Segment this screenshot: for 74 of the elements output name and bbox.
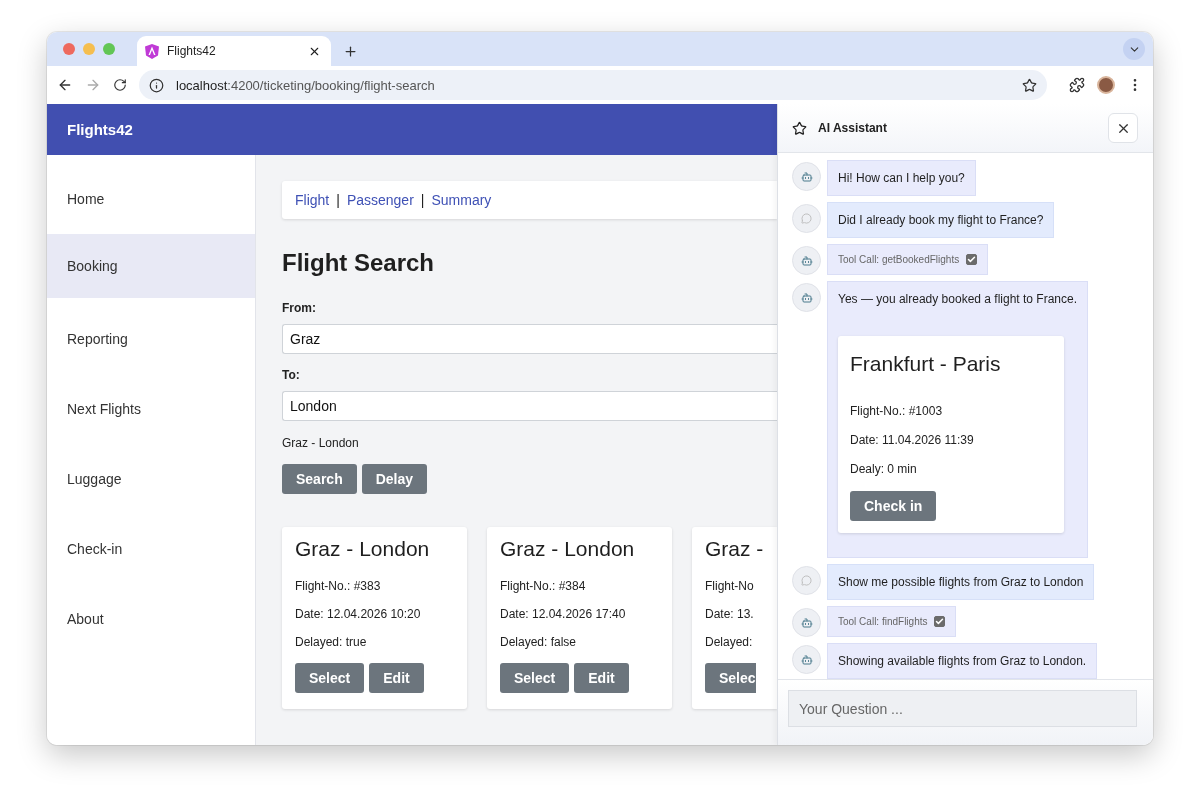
select-button[interactable]: Selec — [705, 663, 756, 693]
sidebar-item[interactable]: Booking — [47, 234, 255, 298]
chat-message: Showing available flights from Graz to London. — [827, 643, 1098, 680]
star-icon — [792, 120, 807, 136]
edit-button[interactable]: Edit — [574, 663, 629, 693]
sidebar-item[interactable]: Check-in — [47, 514, 255, 584]
sidebar-item[interactable]: Reporting — [47, 304, 255, 374]
browser-tab[interactable]: Flights42 — [137, 36, 331, 66]
flight-title: Graz - — [705, 537, 765, 561]
breadcrumb-separator: | — [336, 192, 340, 208]
profile-avatar[interactable] — [1097, 76, 1115, 94]
chat-bubble-icon — [801, 213, 812, 225]
flight-title: Graz - London — [295, 537, 431, 561]
delay-button[interactable]: Delay — [361, 464, 428, 494]
bot-icon — [800, 616, 813, 629]
chat-bubble-icon — [801, 575, 812, 587]
sidebar-item[interactable]: About — [47, 584, 255, 654]
tool-call-text: Tool Call: getBookedFlights — [838, 254, 960, 266]
shield-logo-icon — [145, 43, 159, 59]
from-label: From: — [282, 301, 317, 315]
breadcrumb-separator: | — [420, 192, 425, 208]
to-label: To: — [282, 368, 301, 382]
check-in-button[interactable]: Check in — [850, 491, 937, 522]
sidebar-item[interactable]: Luggage — [47, 444, 255, 514]
reload-icon[interactable] — [113, 78, 127, 92]
from-input-field[interactable]: Graz — [282, 324, 777, 354]
to-input-field[interactable]: London — [282, 391, 777, 421]
bot-icon — [800, 291, 813, 304]
tab-list-button[interactable] — [1123, 38, 1145, 60]
flight-number: Flight-No — [705, 579, 755, 593]
new-tab-icon[interactable] — [343, 43, 358, 59]
chat-message: Show me possible flights from Graz to London — [827, 564, 1095, 601]
panel-title: AI Assistant — [818, 121, 888, 136]
back-icon[interactable] — [57, 77, 73, 93]
flight-date: Date: 12.04.2026 10:20 — [295, 607, 422, 621]
breadcrumb-link[interactable]: Summary — [431, 192, 492, 208]
breadcrumb-link[interactable]: Passenger — [346, 192, 414, 208]
flight-delayed: Delayed: false — [500, 635, 578, 649]
flight-number: Flight-No.: #383 — [295, 579, 382, 593]
chat-message: Did I already book my flight to France? — [827, 202, 1055, 239]
flight-number: Flight-No.: #384 — [500, 579, 587, 593]
sidebar-item[interactable]: Home — [47, 164, 255, 234]
flight-title: Frankfurt - Paris — [850, 352, 1002, 377]
address-bar[interactable]: localhost:4200/ticketing/booking/flight-search — [139, 70, 1047, 100]
flight-delay: Dealy: 0 min — [850, 462, 918, 477]
search-button[interactable]: Search — [282, 464, 357, 494]
close-button[interactable] — [1108, 113, 1138, 144]
breadcrumb-link[interactable]: Flight — [295, 192, 330, 208]
app-brand: Flights42 — [67, 121, 133, 138]
bot-icon — [800, 254, 813, 267]
flight-date: Date: 12.04.2026 17:40 — [500, 607, 627, 621]
page-title: Flight Search — [282, 249, 436, 278]
tool-call-text: Tool Call: findFlights — [838, 616, 928, 628]
url-text: localhost:4200/ticketing/booking/flight-search — [176, 77, 436, 93]
bookmark-star-icon[interactable] — [1022, 77, 1037, 93]
info-icon[interactable] — [149, 77, 164, 93]
flight-title: Graz - London — [500, 537, 636, 561]
flight-delayed: Delayed: — [705, 635, 754, 649]
flight-number: Flight-No.: #1003 — [850, 404, 944, 419]
tab-title: Flights42 — [167, 44, 217, 58]
chat-message: Hi! How can I help you? — [827, 160, 976, 197]
message-text: Yes — you already booked a flight to France. — [838, 292, 1078, 307]
route-summary: Graz - London — [282, 436, 360, 450]
extensions-icon[interactable] — [1069, 77, 1085, 93]
bot-icon — [800, 170, 813, 183]
flight-date: Date: 13. — [705, 607, 755, 621]
question-input-field[interactable]: Your Question ... — [788, 690, 1137, 728]
select-button[interactable]: Select — [500, 663, 570, 693]
flight-date: Date: 11.04.2026 11:39 — [850, 433, 975, 448]
edit-button[interactable]: Edit — [369, 663, 424, 693]
flight-delayed: Delayed: true — [295, 635, 368, 649]
sidebar-item[interactable]: Next Flights — [47, 374, 255, 444]
select-button[interactable]: Select — [295, 663, 365, 693]
bot-icon — [800, 653, 813, 666]
